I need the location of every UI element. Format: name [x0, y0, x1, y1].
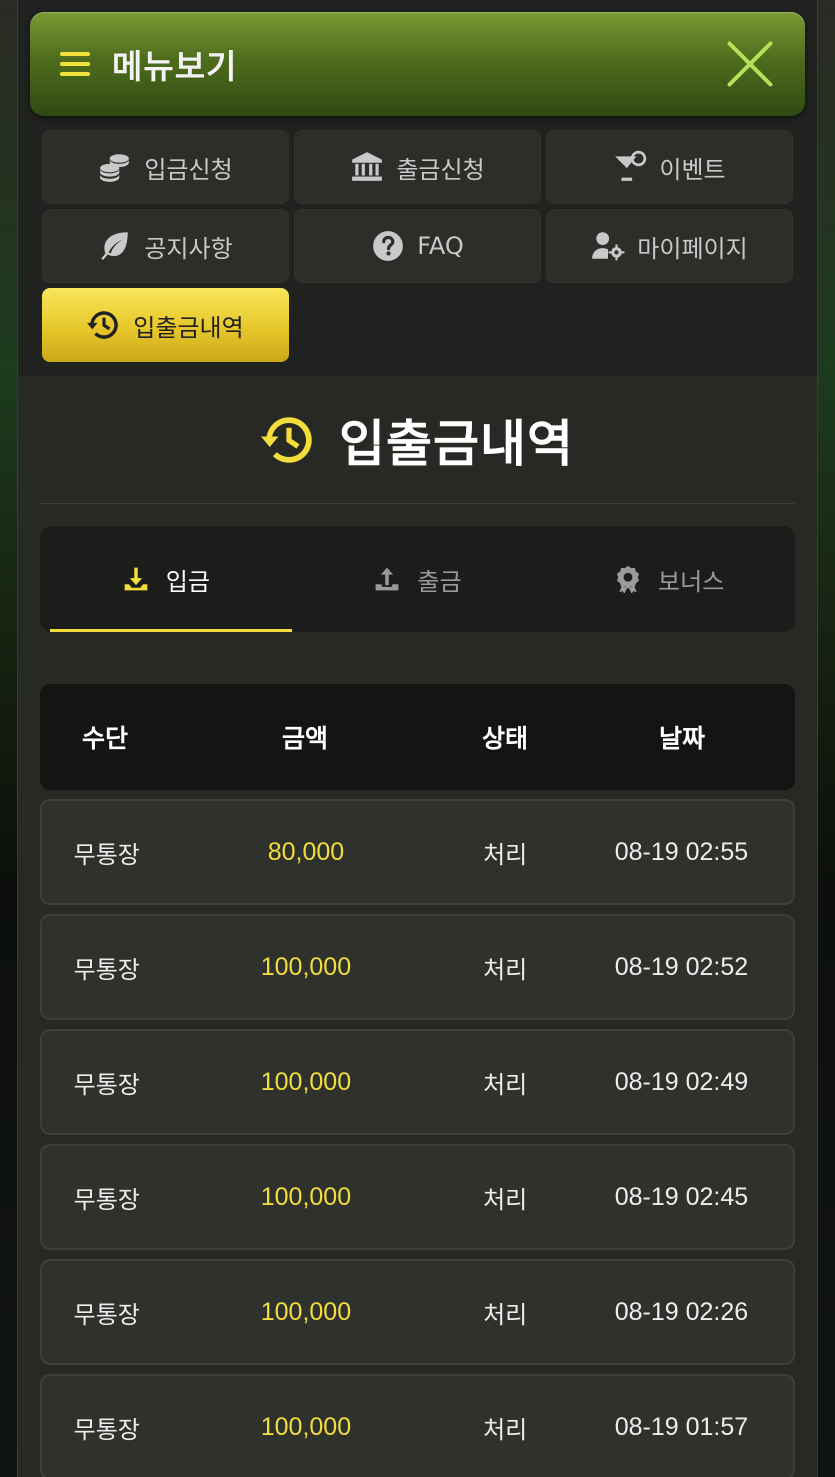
leaf-icon — [101, 232, 129, 260]
table-row: 무통장 100,000 처리 08-19 02:26 — [40, 1259, 795, 1365]
cell-method: 무통장 — [73, 1415, 140, 1444]
cell-method: 무통장 — [73, 1185, 140, 1214]
cell-date: 08-19 02:45 — [614, 1182, 749, 1211]
cell-status: 처리 — [483, 840, 528, 869]
cell-amount: 100,000 — [260, 1182, 352, 1211]
menu-item-faq[interactable]: FAQ — [294, 209, 541, 283]
cell-date: 08-19 02:55 — [614, 837, 749, 866]
menu-panel: 메뉴보기 입금신청 출금신청 이벤트 공지사항 FAQ 마이페이지 입출금내역 … — [17, 0, 818, 1477]
menu-item-label: 출금신청 — [396, 155, 485, 184]
header-amount: 금액 — [281, 724, 328, 753]
cell-amount: 80,000 — [267, 837, 345, 866]
menu-item-withdraw-request[interactable]: 출금신청 — [294, 130, 541, 204]
menu-item-deposit-request[interactable]: 입금신청 — [42, 130, 289, 204]
tab-label: 출금 — [417, 567, 462, 596]
content: 입출금내역 입금 출금 보너스 수단 금액 상태 날짜 무통장 80,000 처… — [18, 376, 817, 1477]
tab-label: 보너스 — [658, 567, 725, 596]
menu-item-event[interactable]: 이벤트 — [546, 130, 793, 204]
menu-title: 메뉴보기 — [112, 47, 238, 86]
cell-method: 무통장 — [73, 1300, 140, 1329]
cell-amount: 100,000 — [260, 1297, 352, 1326]
cell-amount: 100,000 — [260, 1412, 352, 1441]
menu-item-label: FAQ — [417, 232, 464, 260]
table-row: 무통장 100,000 처리 08-19 02:52 — [40, 914, 795, 1020]
menu-header: 메뉴보기 — [30, 12, 805, 116]
cell-amount: 100,000 — [260, 952, 352, 981]
menu-item-label: 공지사항 — [144, 234, 233, 263]
history-tabs: 입금 출금 보너스 — [40, 526, 795, 632]
table-header: 수단 금액 상태 날짜 — [40, 684, 795, 790]
menu-item-notice[interactable]: 공지사항 — [42, 209, 289, 283]
history-icon — [261, 416, 312, 463]
menu-panel-top: 메뉴보기 입금신청 출금신청 이벤트 공지사항 FAQ 마이페이지 입출금내역 — [18, 0, 817, 376]
close-icon[interactable] — [725, 39, 775, 89]
background-right — [815, 0, 835, 1477]
header-status: 상태 — [481, 724, 528, 753]
cocktail-icon — [615, 150, 647, 181]
menu-item-transaction-history[interactable]: 입출금내역 — [42, 288, 289, 362]
menu-header-left: 메뉴보기 — [60, 40, 237, 88]
award-icon — [617, 565, 640, 593]
menu-grid: 입금신청 출금신청 이벤트 공지사항 FAQ 마이페이지 입출금내역 — [30, 130, 805, 362]
tab-withdraw[interactable]: 출금 — [292, 526, 544, 632]
coins-icon — [100, 154, 130, 182]
tab-deposit[interactable]: 입금 — [40, 526, 292, 632]
header-method: 수단 — [81, 724, 128, 753]
history-icon — [87, 311, 119, 339]
tab-label: 입금 — [165, 567, 210, 596]
cell-method: 무통장 — [73, 955, 140, 984]
history-table: 수단 금액 상태 날짜 무통장 80,000 처리 08-19 02:55 무통… — [40, 684, 795, 1477]
bank-icon — [352, 152, 383, 181]
cell-date: 08-19 01:57 — [614, 1412, 749, 1441]
download-icon — [124, 567, 148, 591]
cell-status: 처리 — [483, 1070, 528, 1099]
table-row: 무통장 100,000 처리 08-19 01:57 — [40, 1374, 795, 1477]
menu-item-mypage[interactable]: 마이페이지 — [546, 209, 793, 283]
menu-item-label: 이벤트 — [659, 155, 726, 184]
page-heading: 입출금내역 — [40, 376, 795, 504]
cell-date: 08-19 02:26 — [614, 1297, 749, 1326]
cell-status: 처리 — [483, 1300, 528, 1329]
menu-item-label: 마이페이지 — [637, 234, 748, 263]
menu-item-label: 입금신청 — [144, 155, 233, 184]
menu-item-label: 입출금내역 — [133, 313, 244, 342]
cell-date: 08-19 02:49 — [614, 1067, 749, 1096]
question-circle-icon — [373, 231, 404, 261]
cell-method: 무통장 — [73, 840, 140, 869]
cell-status: 처리 — [483, 955, 528, 984]
tab-bonus[interactable]: 보너스 — [543, 526, 795, 632]
header-date: 날짜 — [658, 724, 705, 753]
cell-amount: 100,000 — [260, 1067, 352, 1096]
cell-method: 무통장 — [73, 1070, 140, 1099]
table-row: 무통장 100,000 처리 08-19 02:49 — [40, 1029, 795, 1135]
cell-date: 08-19 02:52 — [614, 952, 749, 981]
hamburger-icon[interactable] — [60, 52, 90, 76]
table-row: 무통장 80,000 처리 08-19 02:55 — [40, 799, 795, 905]
user-gear-icon — [592, 232, 625, 261]
cell-status: 처리 — [483, 1415, 528, 1444]
cell-status: 처리 — [483, 1185, 528, 1214]
upload-icon — [376, 567, 399, 591]
table-row: 무통장 100,000 처리 08-19 02:45 — [40, 1144, 795, 1250]
page-title: 입출금내역 — [339, 414, 574, 473]
